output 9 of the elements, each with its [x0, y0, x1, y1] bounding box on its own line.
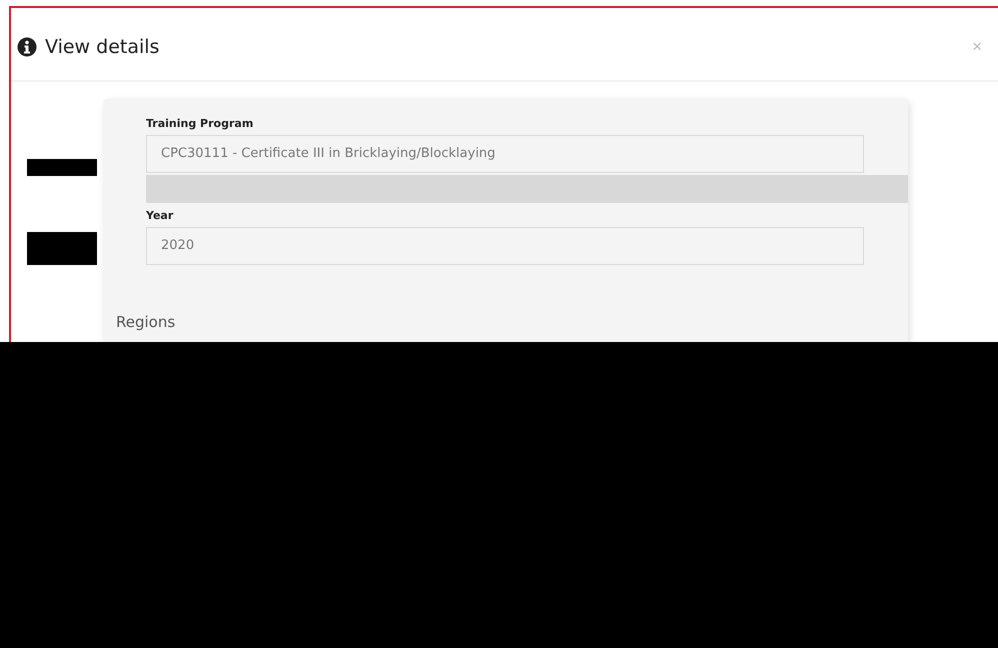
field-label: Year [146, 209, 174, 222]
info-icon [17, 37, 37, 57]
section-heading: Regions [116, 313, 176, 331]
input-field[interactable]: 2020 [146, 227, 864, 265]
dialog-title: View details [45, 36, 160, 58]
redaction-block [27, 232, 97, 265]
field-label: Training Program [146, 117, 254, 130]
redaction-block [27, 159, 97, 176]
input-field[interactable]: CPC30111 - Certificate III in Bricklaying/Blocklaying [146, 135, 864, 173]
